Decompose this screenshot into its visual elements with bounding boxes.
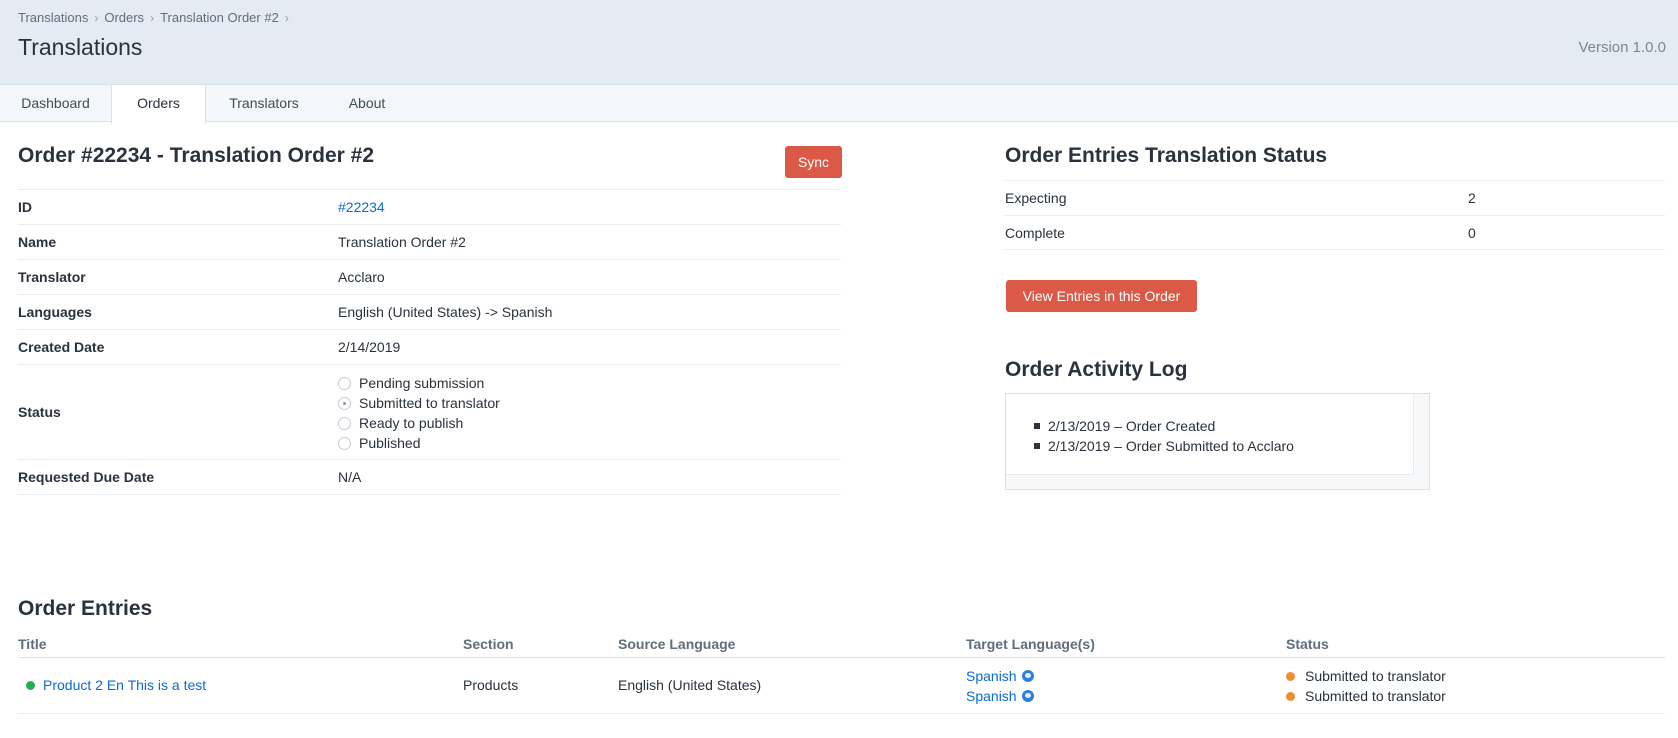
entry-title-cell: Product 2 En This is a test xyxy=(26,677,206,693)
order-details-table: ID #22234 Name Translation Order #2 Tran… xyxy=(18,189,841,495)
detail-value: Acclaro xyxy=(338,269,385,285)
order-entries-title: Order Entries xyxy=(18,597,153,620)
status-radio-group: Pending submission Submitted to translat… xyxy=(338,373,500,453)
activity-log-content: 2/13/2019 – Order Created 2/13/2019 – Or… xyxy=(1006,394,1414,475)
target-language-link[interactable]: Spanish xyxy=(966,686,1034,706)
status-count: 0 xyxy=(1468,225,1476,241)
radio-label: Published xyxy=(359,435,421,451)
order-id-link[interactable]: #22234 xyxy=(338,190,385,225)
radio-circle[interactable] xyxy=(338,436,351,450)
detail-value: 2/14/2019 xyxy=(338,339,401,355)
page-title: Translations xyxy=(18,34,143,60)
entry-status: Submitted to translator xyxy=(1286,686,1446,706)
column-header-title: Title xyxy=(18,636,47,652)
order-title: Order #22234 - Translation Order #2 xyxy=(18,144,374,167)
breadcrumb-separator: › xyxy=(150,10,155,25)
log-text: 2/13/2019 – Order Submitted to Acclaro xyxy=(1048,438,1294,454)
radio-label: Submitted to translator xyxy=(359,395,500,411)
column-header-status: Status xyxy=(1286,636,1329,652)
detail-row-created: Created Date 2/14/2019 xyxy=(18,329,841,364)
entry-status-dot xyxy=(26,680,35,690)
tab-translators[interactable]: Translators xyxy=(206,85,322,122)
entry-section: Products xyxy=(463,677,519,693)
detail-label: Status xyxy=(18,404,61,420)
tab-bar: Dashboard Orders Translators About xyxy=(0,84,1678,124)
tab-about[interactable]: About xyxy=(322,85,412,122)
target-language-label: Spanish xyxy=(966,668,1017,684)
radio-label: Pending submission xyxy=(359,375,485,391)
status-count: 2 xyxy=(1468,190,1476,206)
bullet-icon xyxy=(1034,423,1040,429)
breadcrumb-separator: › xyxy=(284,10,289,25)
status-option-submitted[interactable]: Submitted to translator xyxy=(338,393,500,413)
detail-value: N/A xyxy=(338,469,362,485)
globe-icon[interactable] xyxy=(1021,690,1034,702)
breadcrumb-translations[interactable]: Translations xyxy=(18,10,88,25)
breadcrumb: Translations › Orders › Translation Orde… xyxy=(18,10,295,25)
detail-row-due-date: Requested Due Date N/A xyxy=(18,459,841,494)
detail-row-id: ID #22234 xyxy=(18,189,841,224)
entry-source-language: English (United States) xyxy=(618,677,762,693)
radio-circle-selected[interactable] xyxy=(338,396,351,410)
page-header: Translations › Orders › Translation Orde… xyxy=(0,0,1678,85)
status-dot xyxy=(1286,671,1295,681)
log-item: 2/13/2019 – Order Submitted to Acclaro xyxy=(1034,436,1294,456)
sync-button[interactable]: Sync xyxy=(785,146,842,178)
radio-circle[interactable] xyxy=(338,416,351,430)
detail-label: Translator xyxy=(18,269,86,285)
detail-row-name: Name Translation Order #2 xyxy=(18,224,841,259)
column-header-source-language: Source Language xyxy=(618,636,736,652)
column-header-section: Section xyxy=(463,636,514,652)
detail-label: Languages xyxy=(18,304,92,320)
status-option-published[interactable]: Published xyxy=(338,433,500,453)
detail-value: Translation Order #2 xyxy=(338,234,466,250)
detail-value: English (United States) -> Spanish xyxy=(338,304,553,320)
entries-table-header: Title Section Source Language Target Lan… xyxy=(18,630,1665,658)
entry-statuses: Submitted to translator Submitted to tra… xyxy=(1286,666,1446,706)
target-language-link[interactable]: Spanish xyxy=(966,666,1034,686)
radio-circle[interactable] xyxy=(338,376,351,390)
status-label: Expecting xyxy=(1005,190,1067,206)
version-label: Version 1.0.0 xyxy=(1578,39,1666,56)
detail-label: Created Date xyxy=(18,339,105,355)
view-entries-button[interactable]: View Entries in this Order xyxy=(1006,280,1197,312)
detail-label: Requested Due Date xyxy=(18,469,155,485)
log-item: 2/13/2019 – Order Created xyxy=(1034,416,1294,436)
horizontal-scrollbar[interactable] xyxy=(1006,475,1414,489)
translation-status-title: Order Entries Translation Status xyxy=(1005,144,1328,167)
status-text: Submitted to translator xyxy=(1305,688,1446,704)
activity-log-box[interactable]: 2/13/2019 – Order Created 2/13/2019 – Or… xyxy=(1005,393,1430,490)
activity-log-list: 2/13/2019 – Order Created 2/13/2019 – Or… xyxy=(1034,416,1294,456)
status-option-ready[interactable]: Ready to publish xyxy=(338,413,500,433)
status-dot xyxy=(1286,691,1295,701)
detail-row-languages: Languages English (United States) -> Spa… xyxy=(18,294,841,329)
globe-icon[interactable] xyxy=(1021,670,1034,682)
tab-dashboard[interactable]: Dashboard xyxy=(0,85,111,122)
breadcrumb-order[interactable]: Translation Order #2 xyxy=(160,10,279,25)
detail-label: ID xyxy=(18,199,32,215)
table-row: Product 2 En This is a test Products Eng… xyxy=(18,658,1665,714)
detail-label: Name xyxy=(18,234,57,250)
target-language-label: Spanish xyxy=(966,688,1017,704)
detail-row-translator: Translator Acclaro xyxy=(18,259,841,294)
detail-row-status: Status Pending submission Submitted to t… xyxy=(18,364,841,459)
status-text: Submitted to translator xyxy=(1305,668,1446,684)
vertical-scrollbar[interactable] xyxy=(1414,394,1429,489)
status-option-pending[interactable]: Pending submission xyxy=(338,373,500,393)
activity-log-title: Order Activity Log xyxy=(1005,358,1188,381)
column-header-target-languages: Target Language(s) xyxy=(966,636,1095,652)
status-row-expecting: Expecting 2 xyxy=(1005,180,1665,215)
tab-orders[interactable]: Orders xyxy=(111,85,206,124)
translation-status-table: Expecting 2 Complete 0 xyxy=(1005,180,1665,250)
status-label: Complete xyxy=(1005,225,1065,241)
breadcrumb-separator: › xyxy=(94,10,99,25)
bullet-icon xyxy=(1034,443,1040,449)
entry-status: Submitted to translator xyxy=(1286,666,1446,686)
status-row-complete: Complete 0 xyxy=(1005,215,1665,250)
breadcrumb-orders[interactable]: Orders xyxy=(104,10,144,25)
entry-title-link[interactable]: Product 2 En This is a test xyxy=(43,677,206,693)
entry-target-languages: Spanish Spanish xyxy=(966,666,1034,706)
log-text: 2/13/2019 – Order Created xyxy=(1048,418,1216,434)
radio-label: Ready to publish xyxy=(359,415,464,431)
